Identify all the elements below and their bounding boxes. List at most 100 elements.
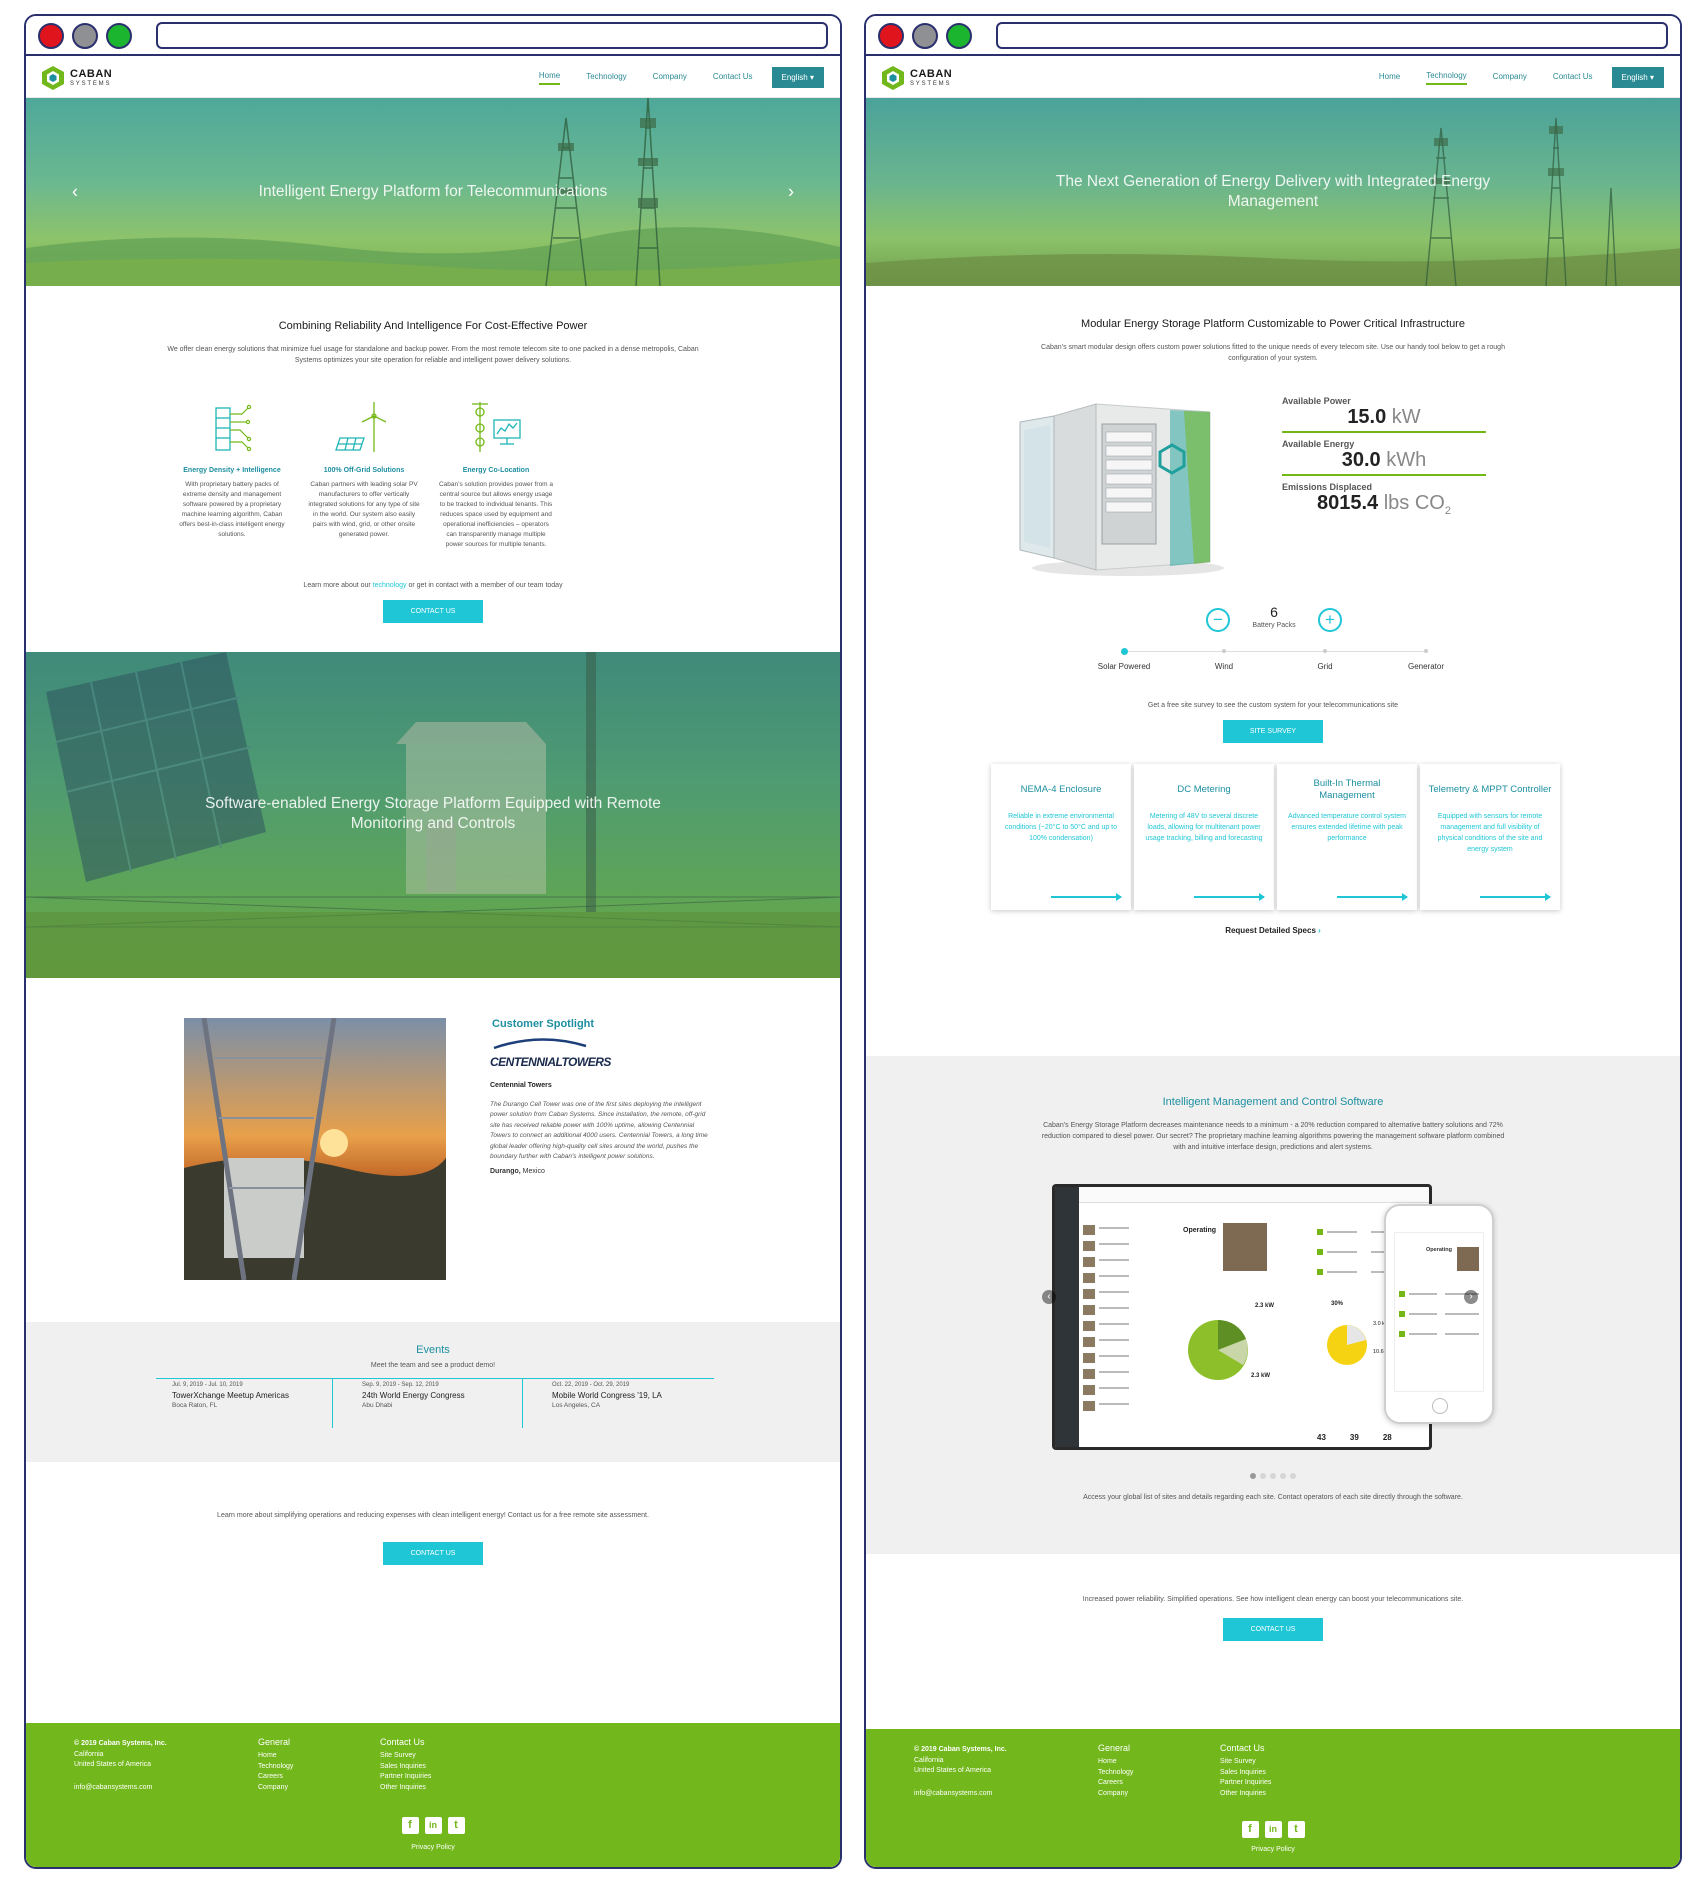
event-item[interactable]: Jul. 9, 2019 - Jul. 10, 2019 TowerXchange… (172, 1382, 328, 1409)
contact-us-button[interactable]: CONTACT US (383, 600, 483, 623)
footer-link-technology[interactable]: Technology (1098, 1768, 1133, 1779)
power-unit: kW (1386, 406, 1421, 428)
footer-link-home[interactable]: Home (1098, 1757, 1133, 1768)
events-subtitle: Meet the team and see a product demo! (370, 1362, 496, 1369)
nav-item-company[interactable]: Company (653, 72, 687, 84)
maximize-window-button[interactable] (946, 23, 972, 49)
site-survey-button[interactable]: SITE SURVEY (1223, 720, 1323, 743)
footer-link-partner[interactable]: Partner Inquiries (1220, 1778, 1271, 1789)
carousel-prev-icon[interactable]: ‹ (72, 182, 78, 203)
request-specs-link[interactable]: Request Detailed Specs › (866, 926, 1680, 935)
close-window-button[interactable] (38, 23, 64, 49)
carousel-dot[interactable] (1270, 1473, 1276, 1479)
footer-link-sales[interactable]: Sales Inquiries (1220, 1768, 1271, 1779)
carousel-dot[interactable] (1290, 1473, 1296, 1479)
linkedin-icon[interactable]: in (1264, 1820, 1282, 1838)
slider-prev-icon[interactable]: ‹ (1042, 1290, 1056, 1304)
twitter-icon[interactable]: t (1287, 1820, 1305, 1838)
hexagon-logo-icon (882, 66, 904, 90)
footer-email[interactable]: info@cabansystems.com (914, 1789, 1007, 1800)
facebook-icon[interactable]: f (1241, 1820, 1259, 1838)
modular-text: Caban’s smart modular design offers cust… (1041, 344, 1505, 363)
feature-card-thermal[interactable]: Built-In Thermal Management Advanced temp… (1277, 764, 1417, 910)
event-item[interactable]: Oct. 22, 2019 - Oct. 29, 2019 Mobile Worl… (552, 1382, 708, 1409)
nav-item-contact[interactable]: Contact Us (713, 72, 753, 84)
top-nav: CABAN SYSTEMS Home Technology Company Con… (26, 58, 840, 98)
slider-next-icon[interactable]: › (1464, 1290, 1478, 1304)
footer-contact-title: Contact Us (380, 1737, 425, 1747)
feature-card-telemetry[interactable]: Telemetry & MPPT Controller Equipped with… (1420, 764, 1560, 910)
increase-battery-button[interactable]: + (1318, 608, 1342, 632)
source-option-solar[interactable]: Solar Powered (1084, 662, 1164, 671)
address-bar[interactable] (996, 22, 1668, 49)
footer-link-company[interactable]: Company (1098, 1789, 1133, 1800)
customer-name: Centennial Towers (490, 1082, 552, 1089)
source-option-generator[interactable]: Generator (1386, 662, 1466, 671)
footer-privacy-link[interactable]: Privacy Policy (26, 1843, 840, 1854)
arrow-right-icon (1337, 893, 1408, 901)
feature-card-metering[interactable]: DC Metering Metering of 48V to several di… (1134, 764, 1274, 910)
modular-title: Modular Energy Storage Platform Customiz… (1081, 318, 1465, 330)
nav-item-company[interactable]: Company (1493, 72, 1527, 84)
card-title: Built-In Thermal Management (1313, 778, 1381, 801)
source-option-grid[interactable]: Grid (1285, 662, 1365, 671)
minimize-window-button[interactable] (72, 23, 98, 49)
linkedin-icon[interactable]: in (424, 1816, 442, 1834)
nav-item-technology[interactable]: Technology (1426, 71, 1467, 85)
minimize-window-button[interactable] (912, 23, 938, 49)
footer-link-site-survey[interactable]: Site Survey (1220, 1757, 1271, 1768)
technology-link[interactable]: technology (373, 582, 407, 589)
language-label: English (1621, 73, 1648, 82)
caban-logo[interactable]: CABAN SYSTEMS (880, 65, 952, 91)
carousel-dot[interactable] (1280, 1473, 1286, 1479)
maximize-window-button[interactable] (106, 23, 132, 49)
source-option-wind[interactable]: Wind (1184, 662, 1264, 671)
decrease-battery-button[interactable]: − (1206, 608, 1230, 632)
nav-item-home[interactable]: Home (1379, 72, 1400, 84)
source-slider-track[interactable] (1124, 651, 1426, 652)
phone-screen: Operating (1394, 1232, 1484, 1392)
footer-link-home[interactable]: Home (258, 1751, 293, 1762)
footer-link-careers[interactable]: Careers (1098, 1778, 1133, 1789)
source-slider-handle[interactable] (1121, 648, 1128, 655)
battery-count: 6 (1270, 604, 1278, 620)
footer-copyright: © 2019 Caban Systems, Inc. (914, 1746, 1007, 1753)
feature-title: Energy Co-Location (462, 467, 530, 474)
emissions-unit: lbs CO (1378, 492, 1445, 514)
language-dropdown[interactable]: English ▾ (771, 67, 824, 88)
footer-general-title: General (1098, 1743, 1131, 1753)
footer-link-sales[interactable]: Sales Inquiries (380, 1762, 431, 1773)
twitter-icon[interactable]: t (447, 1816, 465, 1834)
nav-item-contact[interactable]: Contact Us (1553, 72, 1593, 84)
footer-link-careers[interactable]: Careers (258, 1772, 293, 1783)
contact-us-button[interactable]: CONTACT US (1223, 1618, 1323, 1641)
caban-logo[interactable]: CABAN SYSTEMS (40, 65, 112, 91)
nav-item-home[interactable]: Home (538, 71, 561, 85)
nav-item-technology[interactable]: Technology (586, 72, 626, 84)
carousel-dot[interactable] (1260, 1473, 1266, 1479)
footer-link-company[interactable]: Company (258, 1783, 293, 1794)
footer-email[interactable]: info@cabansystems.com (74, 1783, 167, 1794)
close-window-button[interactable] (878, 23, 904, 49)
learn-more-before: Learn more about our (303, 582, 373, 589)
footer-link-other[interactable]: Other Inquiries (380, 1783, 431, 1794)
language-dropdown[interactable]: English ▾ (1611, 67, 1664, 88)
learn-more-text: Learn more about our technology or get i… (26, 580, 840, 591)
footer-link-technology[interactable]: Technology (258, 1762, 293, 1773)
footer-company-info: © 2019 Caban Systems, Inc. California Un… (74, 1739, 167, 1793)
carousel-next-icon[interactable]: › (788, 182, 794, 203)
facebook-icon[interactable]: f (401, 1816, 419, 1834)
carousel-dot[interactable] (1250, 1473, 1256, 1479)
footer-link-site-survey[interactable]: Site Survey (380, 1751, 431, 1762)
event-item[interactable]: Sep. 9, 2019 - Sep. 12, 2019 24th World E… (362, 1382, 518, 1409)
footer-link-partner[interactable]: Partner Inquiries (380, 1772, 431, 1783)
contact-us-button[interactable]: CONTACT US (383, 1542, 483, 1565)
feature-card-enclosure[interactable]: NEMA-4 Enclosure Reliable in extreme envi… (991, 764, 1131, 910)
footer-link-other[interactable]: Other Inquiries (1220, 1789, 1271, 1800)
footer-privacy-link[interactable]: Privacy Policy (866, 1845, 1680, 1856)
dashboard-status: Operating (1183, 1227, 1217, 1234)
colocation-monitor-icon (472, 402, 521, 452)
available-energy-label: Available Energy (1282, 439, 1355, 449)
energy-underline (1282, 474, 1486, 476)
address-bar[interactable] (156, 22, 828, 49)
